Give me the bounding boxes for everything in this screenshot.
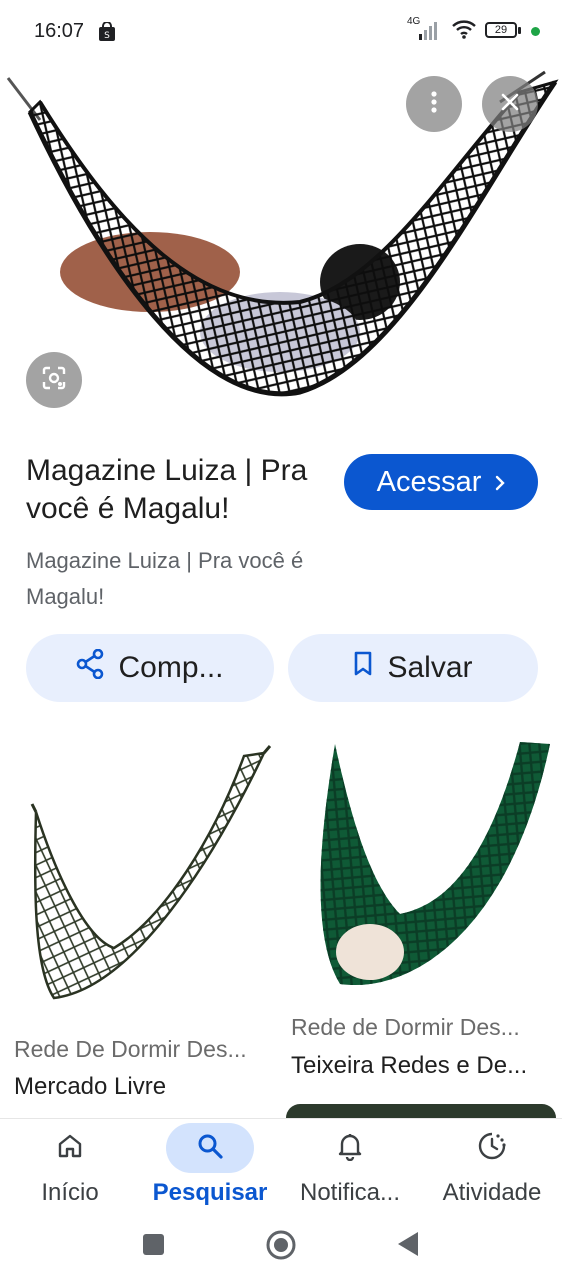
hero-image[interactable] [0, 62, 562, 434]
nav-icon-container [26, 1123, 114, 1173]
nav-icon-container [306, 1123, 394, 1173]
more-options-button[interactable] [406, 76, 462, 132]
hammock-image [6, 70, 559, 397]
lens-icon [41, 365, 67, 396]
nav-label: Atividade [442, 1179, 542, 1206]
search-icon [196, 1132, 224, 1165]
nav-home[interactable]: Início [0, 1119, 140, 1219]
related-site[interactable]: Teixeira Redes e De... [291, 1052, 553, 1080]
related-thumb-2[interactable] [290, 734, 552, 1004]
more-vert-icon [431, 90, 437, 118]
nav-label: Início [41, 1179, 99, 1206]
nav-label: Notifica... [299, 1179, 401, 1206]
hammock-image [320, 742, 550, 986]
nav-icon-container [448, 1123, 536, 1173]
nav-activity[interactable]: Atividade [422, 1119, 562, 1219]
bookmark-icon [353, 651, 373, 685]
home-icon [56, 1132, 84, 1165]
chevron-right-icon [495, 466, 506, 499]
save-label: Salvar [387, 651, 473, 684]
close-icon [501, 93, 519, 116]
share-label: Comp... [118, 651, 224, 684]
result-source: Magazine Luiza | Pra você é Magalu! [26, 548, 304, 609]
system-navigation-bar [0, 1218, 562, 1280]
status-time: 16:07 [34, 20, 85, 42]
bottom-nav: Início Pesquisar Notifica... Atividade [0, 1118, 562, 1219]
notification-dot [531, 26, 540, 36]
status-icons: 4G 29 [407, 16, 540, 45]
visit-button[interactable]: Acessar [344, 454, 538, 510]
related-thumb-3[interactable] [286, 1104, 556, 1118]
close-button[interactable] [482, 76, 538, 132]
signal-icon: 4G [407, 16, 443, 42]
nav-search[interactable]: Pesquisar [140, 1119, 280, 1219]
hammock-image [30, 745, 272, 1000]
share-button[interactable]: Comp... [26, 634, 274, 702]
nav-label: Pesquisar [152, 1179, 268, 1206]
home-circle-icon [266, 1230, 296, 1260]
recents-button[interactable] [143, 1234, 164, 1255]
svg-text:S: S [104, 31, 110, 41]
related-title[interactable]: Rede De Dormir Des... [14, 1036, 276, 1063]
network-type: 4G [407, 16, 421, 27]
status-bar: 16:07 S 4G 29 [0, 0, 562, 62]
nav-notifications[interactable]: Notifica... [280, 1119, 420, 1219]
shopping-bag-icon: S [98, 21, 116, 47]
back-button[interactable] [396, 1230, 420, 1258]
home-button[interactable] [266, 1230, 296, 1260]
result-title: Magazine Luiza | Pra você é Magalu! [26, 454, 308, 525]
related-thumb-1[interactable] [14, 738, 276, 1028]
bell-icon [336, 1131, 364, 1166]
nav-icon-container [166, 1123, 254, 1173]
back-triangle-icon [398, 1232, 418, 1256]
lens-button[interactable] [26, 352, 82, 408]
related-site[interactable]: Mercado Livre [14, 1073, 276, 1101]
activity-icon [477, 1131, 507, 1166]
share-icon [76, 648, 104, 687]
save-button[interactable]: Salvar [288, 634, 538, 702]
related-title[interactable]: Rede de Dormir Des... [291, 1014, 553, 1041]
wifi-icon [451, 18, 477, 45]
battery-icon: 29 [485, 21, 523, 41]
battery-level: 29 [494, 24, 508, 36]
visit-label: Acessar [376, 465, 482, 498]
